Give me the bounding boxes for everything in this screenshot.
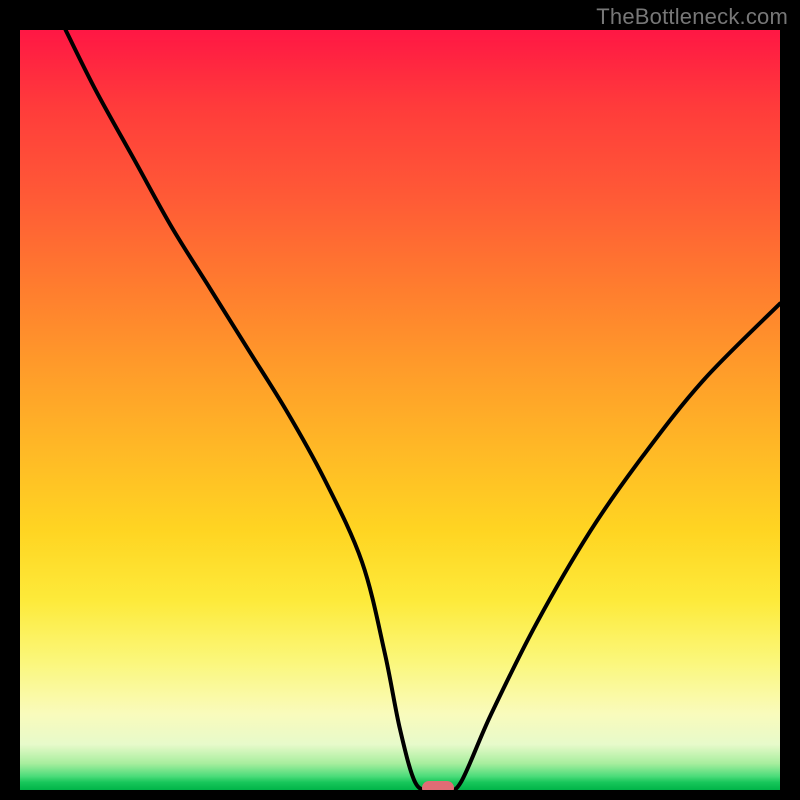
- plot-area: [20, 30, 780, 790]
- curve-svg: [20, 30, 780, 790]
- optimal-marker: [422, 781, 454, 790]
- bottleneck-curve: [66, 30, 780, 790]
- chart-frame: TheBottleneck.com: [0, 0, 800, 800]
- watermark-text: TheBottleneck.com: [596, 4, 788, 30]
